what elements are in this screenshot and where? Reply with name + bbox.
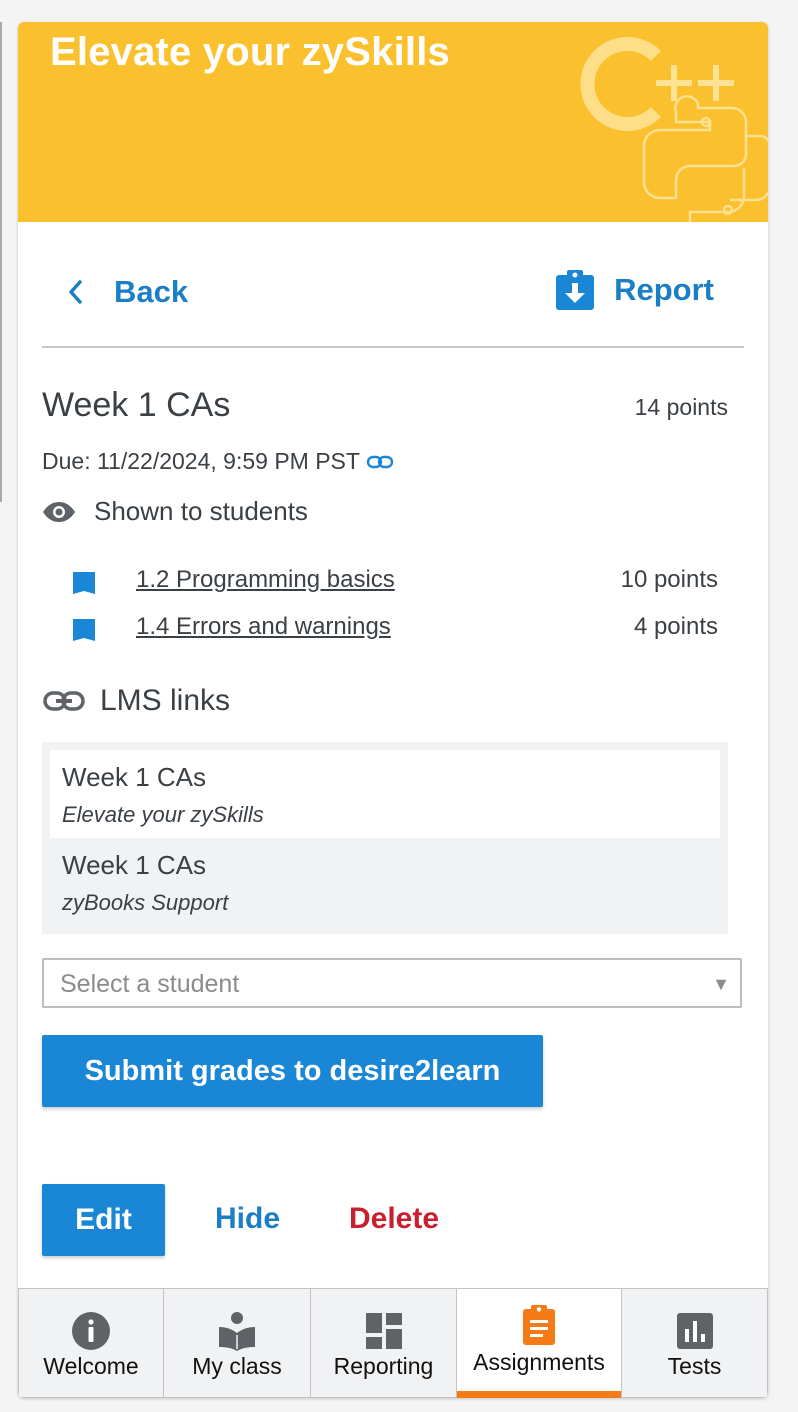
section-item: 1.2 Programming basics 10 points: [72, 556, 718, 603]
chevron-left-icon: [69, 280, 82, 304]
assignment-title: Week 1 CAs: [42, 386, 231, 424]
bar-chart-icon: [676, 1313, 713, 1349]
bookmark-icon: [73, 618, 95, 641]
student-select-placeholder: Select a student: [60, 970, 240, 998]
dropdown-caret-icon: ▼: [712, 974, 730, 994]
lms-link-item[interactable]: Week 1 CAs zyBooks Support: [50, 838, 720, 926]
lms-link-course: zyBooks Support: [62, 890, 229, 915]
tab-my-class[interactable]: My class: [163, 1288, 311, 1398]
tab-label: Assignments: [473, 1349, 605, 1375]
course-language-art-icon: [580, 37, 768, 222]
due-date: Due: 11/22/2024, 9:59 PM PST: [42, 448, 394, 475]
section-item: 1.4 Errors and warnings 4 points: [72, 603, 718, 650]
delete-button[interactable]: Delete: [349, 1202, 439, 1236]
hide-button[interactable]: Hide: [215, 1202, 280, 1236]
lms-links-heading: LMS links: [42, 684, 230, 718]
assignment-points: 14 points: [634, 394, 728, 420]
section-list: 1.2 Programming basics 10 points 1.4 Err…: [72, 556, 718, 650]
back-button[interactable]: Back: [66, 274, 188, 310]
clipboard-icon: [523, 1305, 555, 1345]
info-icon: [72, 1312, 110, 1350]
tab-label: Reporting: [333, 1353, 434, 1379]
tab-welcome[interactable]: Welcome: [18, 1288, 164, 1398]
bottom-tab-bar: Welcome My class Reporting Assignments T…: [18, 1288, 768, 1398]
visibility-status: Shown to students: [42, 496, 308, 527]
reader-icon: [219, 1312, 255, 1351]
bookmark-icon: [73, 571, 95, 594]
lms-link-item[interactable]: Week 1 CAs Elevate your zySkills: [50, 750, 720, 838]
tab-label: Welcome: [43, 1353, 139, 1379]
tab-assignments[interactable]: Assignments: [456, 1288, 622, 1398]
section-points: 4 points: [633, 612, 718, 640]
tab-label: Tests: [667, 1353, 722, 1379]
submit-grades-button[interactable]: Submit grades to desire2learn: [42, 1035, 543, 1107]
back-label: Back: [114, 274, 189, 309]
section-link[interactable]: 1.2 Programming basics: [136, 566, 395, 594]
active-tab-indicator: [457, 1391, 621, 1398]
eye-icon: [43, 501, 75, 522]
lms-link-name: Week 1 CAs: [62, 850, 207, 880]
link-icon: [43, 691, 85, 711]
assignment-card: Elevate your zySkills Back Report Week 1…: [18, 22, 768, 1398]
due-date-text: Due: 11/22/2024, 9:59 PM PST: [42, 448, 360, 474]
tab-label: My class: [192, 1353, 282, 1379]
section-points: 10 points: [620, 565, 718, 593]
report-label: Report: [614, 272, 714, 307]
assignment-nav: Back Report: [42, 260, 744, 348]
tab-tests[interactable]: Tests: [621, 1288, 768, 1398]
lms-links-label: LMS links: [100, 684, 231, 717]
lms-link-list: Week 1 CAs Elevate your zySkills Week 1 …: [42, 742, 728, 934]
lms-link-course: Elevate your zySkills: [62, 802, 264, 827]
link-icon[interactable]: [366, 454, 394, 470]
lms-link-name: Week 1 CAs: [62, 762, 207, 792]
course-banner: Elevate your zySkills: [18, 22, 768, 222]
clipboard-download-icon: [556, 270, 595, 310]
report-button[interactable]: Report: [556, 268, 714, 312]
dashboard-icon: [365, 1313, 402, 1349]
page-left-divider: [0, 22, 2, 502]
edit-button[interactable]: Edit: [42, 1184, 165, 1256]
course-title: Elevate your zySkills: [50, 30, 450, 74]
student-select[interactable]: Select a student ▼: [42, 958, 742, 1008]
visibility-label: Shown to students: [94, 496, 308, 526]
tab-reporting[interactable]: Reporting: [310, 1288, 457, 1398]
section-link[interactable]: 1.4 Errors and warnings: [136, 613, 391, 641]
